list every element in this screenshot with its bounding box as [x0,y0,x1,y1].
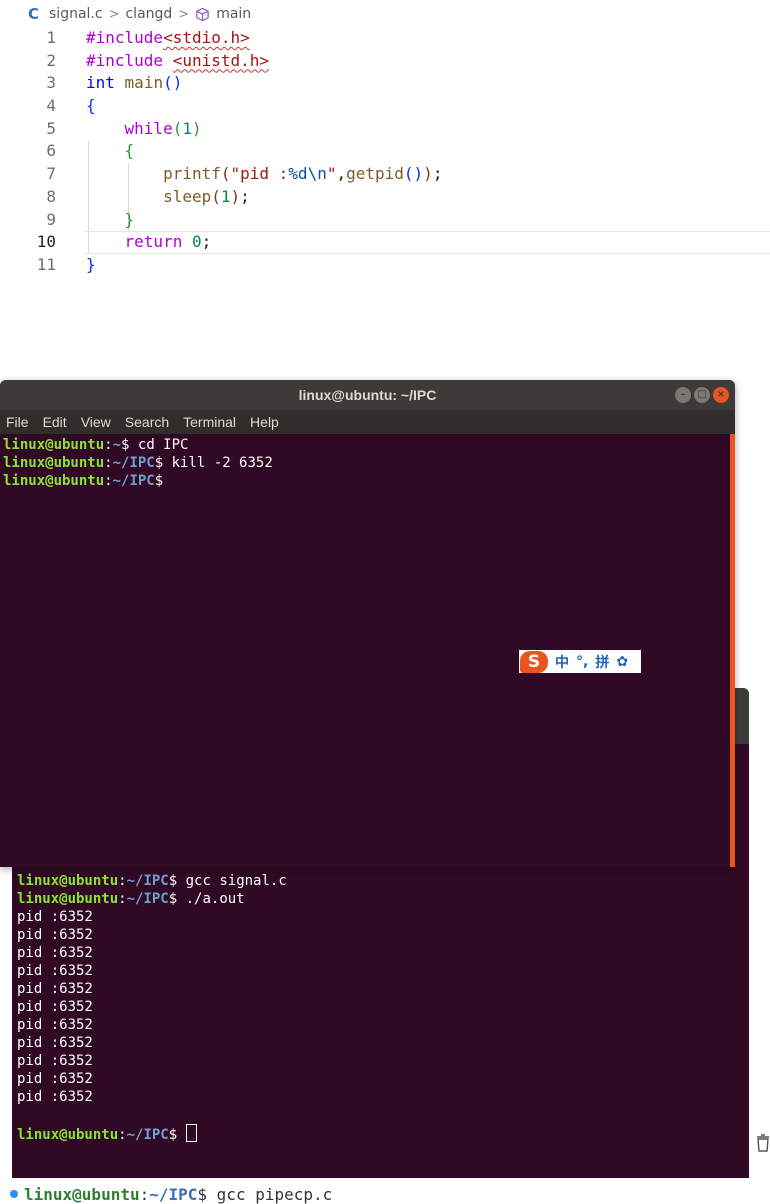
front-terminal-window[interactable]: linux@ubuntu: ~/IPC – □ × File Edit View… [0,380,735,867]
chevron-right-icon: > [108,6,120,22]
prompt-user: linux@ubuntu [24,1185,140,1204]
output-line: pid :6352 [17,1017,93,1033]
command-text: ./a.out [177,891,245,907]
code-line[interactable]: 5 while(1) [0,118,770,141]
line-text: while(1) [124,118,202,138]
output-line: pid :6352 [17,1053,93,1069]
output-line: pid :6352 [17,981,93,997]
c-language-icon: C [28,5,40,23]
line-text: sleep(1); [163,186,250,206]
output-line: pid :6352 [17,945,93,961]
code-line[interactable]: 7 printf("pid :%d\n",getpid()); [0,163,770,186]
output-line: pid :6352 [17,1089,93,1105]
code-line[interactable]: 1 #include<stdio.h> [0,27,770,50]
code-line[interactable]: 9 } [0,209,770,232]
code-area[interactable]: 1 #include<stdio.h> 2 #include <unistd.h… [0,27,770,277]
status-dot-icon [10,1190,18,1198]
line-number: 9 [46,209,56,229]
line-number: 1 [46,28,56,47]
line-number: 10 [36,232,56,252]
prompt-user: linux@ubuntu [17,1127,119,1143]
terminal-cursor [185,1124,197,1142]
line-number: 6 [46,141,56,161]
code-line[interactable]: 4 { [0,95,770,118]
prompt-path: ~/IPC [112,455,155,471]
sogou-logo-icon[interactable]: S [520,650,548,673]
breadcrumb-folder[interactable]: clangd [125,6,172,22]
terminal-menubar: File Edit View Search Terminal Help [0,410,735,434]
prompt-user: linux@ubuntu [3,455,105,471]
gear-icon[interactable]: ✿ [616,654,628,670]
breadcrumb-file[interactable]: signal.c [49,6,103,22]
line-text: #include <unistd.h> [86,50,270,70]
prompt-path: ~/IPC [126,891,169,907]
menu-help[interactable]: Help [243,414,286,430]
cube-symbol-icon [196,7,209,21]
close-button[interactable]: × [713,387,729,403]
line-text: int main() [86,73,183,93]
line-text: printf("pid :%d\n",getpid()); [163,164,443,184]
front-terminal-output[interactable]: linux@ubuntu:~$ cd IPC linux@ubuntu:~/IP… [3,436,273,490]
terminal-scrollbar[interactable] [730,434,735,867]
command-text: gcc signal.c [177,873,287,889]
menu-terminal[interactable]: Terminal [176,414,243,430]
prompt-user: linux@ubuntu [3,473,105,489]
maximize-button[interactable]: □ [694,387,710,403]
line-text: { [124,141,135,161]
menu-edit[interactable]: Edit [36,414,74,430]
menu-view[interactable]: View [74,414,118,430]
prompt-path: ~ [112,437,122,453]
line-text: #include<stdio.h> [86,28,250,47]
command-text: cd IPC [129,437,189,453]
chevron-right-icon: > [178,6,190,22]
terminal-titlebar[interactable]: linux@ubuntu: ~/IPC – □ × [0,380,735,410]
line-number: 3 [46,73,56,93]
line-text: return 0; [124,232,212,252]
prompt-path: ~/IPC [126,873,169,889]
code-line[interactable]: 2 #include <unistd.h> [0,50,770,73]
line-number: 11 [36,254,56,274]
prompt-user: linux@ubuntu [17,873,119,889]
code-line[interactable]: 11 } [0,254,770,277]
command-text: kill -2 6352 [163,455,273,471]
line-number: 2 [46,50,56,70]
line-text: } [124,209,135,229]
breadcrumb: C signal.c > clangd > main [28,4,251,24]
trash-icon[interactable] [756,1134,770,1152]
bottom-terminal-line[interactable]: linux@ubuntu:~/IPC$ gcc pipecp.c [10,1185,332,1204]
ime-pinyin[interactable]: 拼 [595,652,609,672]
menu-search[interactable]: Search [118,414,176,430]
output-line: pid :6352 [17,963,93,979]
prompt-path: ~/IPC [149,1185,198,1204]
code-line-current[interactable]: 10 return 0; [0,231,770,254]
ime-chinese-mode[interactable]: 中 [555,652,569,672]
back-terminal-output[interactable]: linux@ubuntu:~/IPC$ gcc signal.c linux@u… [17,872,287,1144]
prompt-user: linux@ubuntu [3,437,105,453]
code-line[interactable]: 8 sleep(1); [0,186,770,209]
window-title: linux@ubuntu: ~/IPC [298,387,437,403]
line-text: { [86,96,96,116]
output-line: pid :6352 [17,1035,93,1051]
output-line: pid :6352 [17,909,93,925]
output-line: pid :6352 [17,999,93,1015]
command-text: $ gcc pipecp.c [197,1185,333,1204]
line-number: 5 [46,118,56,138]
code-line[interactable]: 3 int main() [0,72,770,95]
output-line: pid :6352 [17,1071,93,1087]
line-number: 8 [46,186,56,206]
line-text: } [86,254,96,274]
prompt-user: linux@ubuntu [17,891,119,907]
line-number: 4 [46,96,56,116]
minimize-button[interactable]: – [675,387,691,403]
prompt-path: ~/IPC [112,473,155,489]
menu-file[interactable]: File [0,414,36,430]
ime-punctuation[interactable]: °, [576,654,588,670]
line-number: 7 [46,164,56,184]
output-line: pid :6352 [17,927,93,943]
breadcrumb-symbol[interactable]: main [216,6,251,22]
ime-toolbar[interactable]: S 中 °, 拼 ✿ [519,650,641,673]
prompt-path: ~/IPC [126,1127,169,1143]
code-line[interactable]: 6 { [0,140,770,163]
